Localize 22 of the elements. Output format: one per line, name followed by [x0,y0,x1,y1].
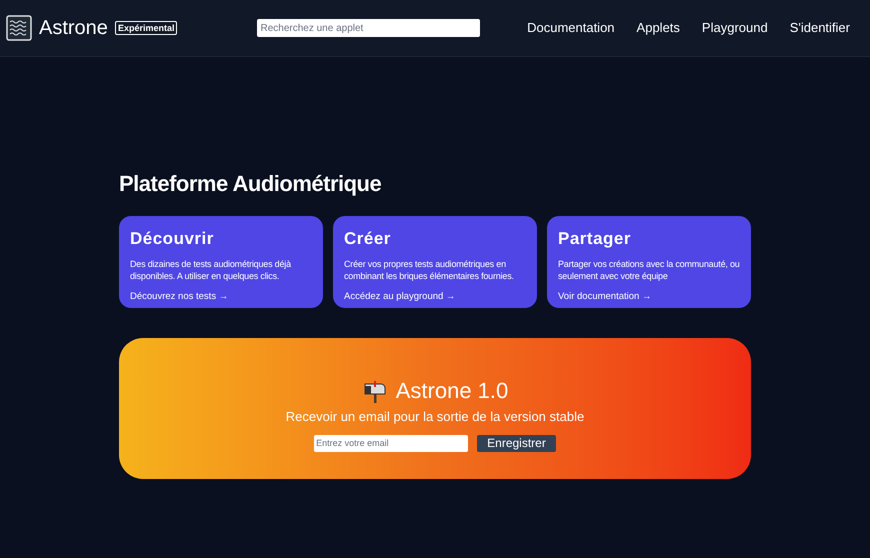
banner-title: Astrone 1.0 [396,377,508,405]
logo-icon [6,15,32,41]
experimental-tag: Expérimental [114,21,178,35]
banner-subtitle: Recevoir un email pour la sortie de la version stable [286,408,584,426]
email-field[interactable]: Entrez votre email [314,434,468,452]
nav-link[interactable]: Documentation [527,18,615,38]
card-title: Créer [344,228,392,250]
card-title: Découvrir [130,228,215,250]
card-title: Partager [558,228,632,250]
brand-name[interactable]: Astrone [39,13,108,43]
card-link[interactable]: Voir documentation → [558,290,743,304]
page-title: Plateforme Audiométrique [119,170,382,198]
card-text: Créer vos propres tests audiométriques en combinant les briques élémentaires fournies. [344,258,515,282]
card-text: Des dizaines de tests audiométriques déjà disponibles. A utiliser en quelques clics. [130,258,292,282]
card-link[interactable]: Accédez au playground → [344,290,529,304]
register-button[interactable]: Enregistrer [477,434,556,452]
card-text: Partager vos créations avec la communauté, ou seulement avec votre équipe [558,258,741,282]
nav-link[interactable]: Applets [636,18,680,38]
nav-link[interactable]: Playground [702,18,768,38]
nav-link[interactable]: S'identifier [790,18,850,38]
card-link[interactable]: Découvrez nos tests → [130,290,315,304]
search-field[interactable]: Recherchez une applet [257,19,480,37]
